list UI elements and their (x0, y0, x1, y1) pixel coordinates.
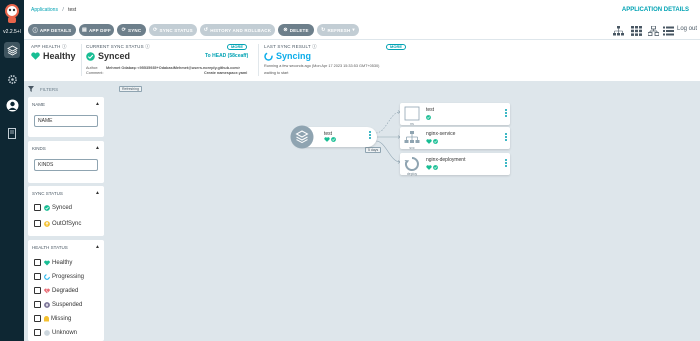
node-title: nginx-deployment (426, 157, 466, 163)
heart-icon (31, 52, 40, 60)
info-icon: ⓘ (32, 27, 38, 34)
help-icon[interactable]: ⓘ (312, 44, 317, 49)
sidebar: v2.2.5+l (0, 0, 24, 341)
version-label: v2.2.5+l (3, 29, 21, 35)
argo-logo-icon[interactable] (3, 3, 21, 25)
node-status (426, 139, 438, 144)
node-status (324, 137, 336, 142)
help-icon[interactable]: ⓘ (62, 44, 67, 49)
app-health-label: APP HEALTH ⓘ (31, 44, 67, 49)
node-kind-label: svc (409, 146, 415, 150)
refresh-button[interactable]: ↻ REFRESH ▾ (317, 24, 359, 36)
last-sync-label: LAST SYNC RESULT ⓘ (264, 44, 317, 49)
resource-node-service[interactable]: svc nginx-service (400, 127, 510, 150)
node-kind-label: deploy (406, 172, 418, 176)
logout-link[interactable]: Log out (677, 26, 697, 32)
sync-icon: ⟳ (153, 27, 158, 33)
comment-value: Create namespace.yaml (204, 71, 248, 75)
caret-down-icon: ▾ (352, 27, 355, 32)
redo-icon: ↻ (321, 27, 326, 33)
sidebar-applications-icon[interactable] (4, 42, 20, 58)
file-icon: ▤ (82, 27, 87, 33)
times-circle-icon: ⊗ (283, 27, 288, 33)
list-view-icon[interactable] (663, 26, 674, 36)
grid-view-icon[interactable] (631, 26, 642, 36)
node-kind-label: ns (410, 122, 414, 126)
sidebar-docs-icon[interactable] (4, 125, 20, 141)
network-view-icon[interactable] (648, 26, 659, 36)
sync-icon: ⟳ (121, 27, 127, 33)
tree-view-icon[interactable] (613, 26, 624, 36)
check-circle-icon (426, 115, 431, 120)
sync-status-button[interactable]: ⟳ SYNC STATUS (149, 24, 197, 36)
sync-more-button[interactable]: MORE (227, 44, 247, 50)
comment-label: Comment: (86, 71, 104, 75)
app-stack-icon (290, 125, 314, 149)
check-circle-icon (433, 165, 438, 170)
check-circle-icon (86, 51, 95, 61)
network-icon (404, 131, 420, 143)
resource-node-namespace[interactable]: ns test (400, 103, 510, 126)
check-circle-icon (433, 139, 438, 144)
history-icon: ↺ (203, 27, 209, 33)
app-health-value: Healthy (31, 51, 76, 61)
top-bar: Applications / test APPLICATION DETAILS (24, 0, 700, 20)
breadcrumb: Applications / test (31, 7, 76, 13)
sync-status-value: Synced (86, 51, 130, 61)
node-menu-icon[interactable] (505, 159, 507, 167)
status-panel: APP HEALTH ⓘ Healthy CURRENT SYNC STATUS… (24, 39, 700, 81)
sync-message: waiting to start (264, 71, 289, 75)
spinner-icon (264, 51, 273, 61)
sync-button[interactable]: ⟳ SYNC (117, 24, 146, 36)
node-title: nginx-service (426, 131, 456, 137)
resource-node-deployment[interactable]: deploy nginx-deployment (400, 153, 510, 176)
delete-button[interactable]: ⊗ DELETE (278, 24, 314, 36)
graph-edges (375, 110, 401, 164)
edge-age-label: 5 days (365, 147, 382, 153)
node-status (426, 165, 438, 170)
node-status (426, 115, 431, 120)
last-sync-value: Syncing (264, 51, 311, 61)
node-title: test (426, 107, 435, 113)
breadcrumb-current: test (68, 7, 77, 13)
heart-icon (324, 137, 330, 142)
breadcrumb-separator: / (62, 7, 64, 13)
author-value: Mehmet Odabaşı <95535935+OdabasiMehmet@u… (106, 66, 241, 70)
sidebar-user-icon[interactable] (4, 97, 20, 113)
sync-running-text: Running a few seconds ago (Mon Apr 17 20… (264, 64, 380, 68)
sync-status-label: CURRENT SYNC STATUS ⓘ (86, 44, 150, 49)
sync-revision-link[interactable]: To HEAD (58ceaff) (205, 53, 248, 59)
check-circle-icon (331, 137, 336, 142)
author-label: Author: (86, 66, 99, 70)
page-title: APPLICATION DETAILS (621, 7, 689, 13)
app-diff-button[interactable]: ▤ APP DIFF (79, 24, 114, 36)
node-menu-icon[interactable] (505, 109, 507, 117)
heart-icon (426, 165, 432, 170)
breadcrumb-applications-link[interactable]: Applications (31, 7, 58, 13)
divider (258, 44, 259, 76)
help-icon[interactable]: ⓘ (145, 44, 150, 49)
app-details-button[interactable]: ⓘ APP DETAILS (28, 24, 76, 36)
namespace-icon (404, 106, 420, 121)
content-area: FILTERS Refreshing NAME ▲ NAME KINDS ▲ K… (24, 81, 700, 341)
divider (81, 44, 82, 76)
history-rollback-button[interactable]: ↺ HISTORY AND ROLLBACK (200, 24, 275, 36)
node-menu-icon[interactable] (369, 131, 371, 139)
deployment-icon (404, 157, 419, 171)
last-sync-more-button[interactable]: MORE (386, 44, 406, 50)
toolbar: ⓘ APP DETAILS ▤ APP DIFF ⟳ SYNC ⟳ SYNC STATU… (24, 20, 700, 39)
sidebar-settings-icon[interactable] (4, 71, 20, 87)
heart-icon (426, 139, 432, 144)
node-menu-icon[interactable] (505, 133, 507, 141)
app-node-root[interactable]: test (290, 125, 377, 149)
